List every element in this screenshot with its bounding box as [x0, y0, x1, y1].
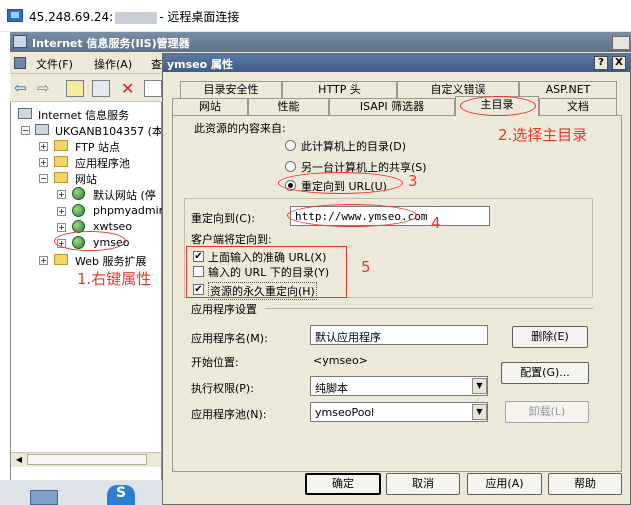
- annotation-step5: 5: [361, 258, 371, 276]
- show-tree-icon[interactable]: [92, 80, 110, 97]
- tab-performance[interactable]: 性能: [248, 98, 329, 115]
- app-settings-label: 应用程序设置: [191, 303, 257, 316]
- radio-local-directory[interactable]: [285, 140, 296, 151]
- tab-documents[interactable]: 文档: [539, 98, 617, 115]
- tab-http-headers[interactable]: HTTP 头: [282, 81, 397, 98]
- radio-local-directory-label[interactable]: 此计算机上的目录(D): [301, 138, 406, 154]
- dialog-help-button[interactable]: ?: [594, 56, 608, 70]
- client-redirect-label: 客户端将定向到:: [191, 233, 272, 246]
- folder-icon: [54, 156, 68, 167]
- help-button[interactable]: 帮助: [548, 473, 622, 495]
- configure-button[interactable]: 配置(G)...: [501, 362, 589, 384]
- rdp-title-suffix: - 远程桌面连接: [159, 10, 240, 24]
- tree-expand-toggle[interactable]: +: [57, 207, 66, 216]
- app-name-input[interactable]: 默认应用程序: [310, 325, 488, 345]
- exec-permissions-select[interactable]: 纯脚本: [310, 376, 488, 396]
- tree-expand-toggle[interactable]: +: [57, 223, 66, 232]
- scroll-thumb[interactable]: [27, 454, 147, 465]
- folder-icon: [54, 254, 68, 265]
- computer-icon: [18, 108, 32, 119]
- annotation-step3: 3: [408, 172, 418, 190]
- rdp-title: 45.248.69.24: - 远程桌面连接: [29, 8, 239, 25]
- app-settings-divider: [265, 308, 593, 309]
- content-source-label: 此资源的内容来自:: [194, 122, 286, 135]
- exec-permissions-label: 执行权限(P):: [191, 382, 254, 395]
- ok-button[interactable]: 确定: [305, 473, 381, 495]
- menu-action[interactable]: 操作(A): [94, 56, 132, 72]
- app-pool-label: 应用程序池(N):: [191, 408, 267, 421]
- tree-default-site[interactable]: 默认网站 (停: [93, 187, 161, 203]
- tab-website[interactable]: 网站: [172, 98, 248, 115]
- app-name-label: 应用程序名(M):: [191, 332, 268, 345]
- tree-websites[interactable]: 网站: [75, 171, 97, 187]
- globe-icon: [72, 204, 85, 217]
- tree-web-ext[interactable]: Web 服务扩展: [75, 253, 146, 269]
- folder-icon: [54, 172, 68, 183]
- remove-button[interactable]: 删除(E): [512, 326, 588, 348]
- tree-collapse-toggle[interactable]: −: [39, 174, 48, 183]
- redirect-to-label: 重定向到(C):: [191, 212, 255, 225]
- back-arrow-icon[interactable]: ⇦: [14, 80, 32, 97]
- unload-button[interactable]: 卸载(L): [505, 401, 589, 423]
- tree-expand-toggle[interactable]: +: [39, 256, 48, 265]
- tree-server[interactable]: UKGANB104357 (本地计: [55, 123, 161, 139]
- tree-root[interactable]: Internet 信息服务: [38, 107, 129, 123]
- tree-expand-toggle[interactable]: +: [39, 158, 48, 167]
- rdp-icon: [7, 9, 23, 22]
- scroll-left-arrow-icon[interactable]: ◀: [13, 454, 25, 465]
- radio-network-share[interactable]: [285, 161, 296, 172]
- start-location-value: <ymseo>: [313, 354, 368, 367]
- menu-app-icon: [14, 57, 26, 69]
- dropdown-arrow-icon[interactable]: ▼: [472, 404, 487, 420]
- computer-icon: [35, 124, 49, 135]
- tree-phpmyadmin[interactable]: phpmyadmin: [93, 204, 166, 217]
- iis-window-title: Internet 信息服务(IIS)管理器: [10, 32, 631, 52]
- iis-app-icon: [13, 35, 27, 48]
- tree-ftp[interactable]: FTP 站点: [75, 139, 120, 155]
- minimize-button[interactable]: [612, 36, 630, 50]
- annotation-step1: 1.右键属性: [77, 270, 152, 288]
- dropdown-arrow-icon[interactable]: ▼: [472, 378, 487, 394]
- dialog-close-button[interactable]: X: [612, 56, 626, 70]
- tree-collapse-toggle[interactable]: −: [21, 126, 30, 135]
- folder-icon: [54, 140, 68, 151]
- annotation-oval-home-tab: [460, 96, 536, 116]
- rdp-title-ip: 45.248.69.24:: [29, 10, 114, 24]
- apply-button[interactable]: 应用(A): [467, 473, 542, 495]
- tree-expand-toggle[interactable]: +: [57, 190, 66, 199]
- start-location-label: 开始位置:: [191, 356, 239, 369]
- tree-app-pools[interactable]: 应用程序池: [75, 155, 130, 171]
- properties-icon[interactable]: [144, 80, 162, 97]
- annotation-oval-ymseo: [54, 231, 126, 251]
- forward-arrow-icon[interactable]: ⇨: [37, 80, 55, 97]
- iis-logo-icon: S: [107, 485, 135, 505]
- redacted-port: [115, 11, 158, 24]
- up-folder-icon[interactable]: [66, 80, 84, 97]
- annotation-step2: 2.选择主目录: [498, 126, 588, 144]
- menu-file[interactable]: 文件(F): [36, 56, 73, 72]
- annotation-rect-checks: [186, 246, 347, 298]
- tab-directory-security[interactable]: 目录安全性: [180, 81, 282, 98]
- annotation-oval-redirect: [278, 172, 403, 194]
- tab-isapi-filters[interactable]: ISAPI 筛选器: [329, 98, 455, 115]
- dialog-title: ymseo 属性: [163, 54, 630, 72]
- delete-x-icon[interactable]: ✕: [121, 80, 139, 97]
- taskbar-window-icon: [30, 490, 58, 505]
- menu-view[interactable]: 查: [151, 56, 162, 72]
- globe-icon: [72, 187, 85, 200]
- annotation-oval-url: [287, 204, 417, 227]
- annotation-step4: 4: [431, 214, 441, 232]
- app-pool-select[interactable]: ymseoPool: [310, 402, 488, 422]
- cancel-button[interactable]: 取消: [386, 473, 460, 495]
- tree-expand-toggle[interactable]: +: [39, 142, 48, 151]
